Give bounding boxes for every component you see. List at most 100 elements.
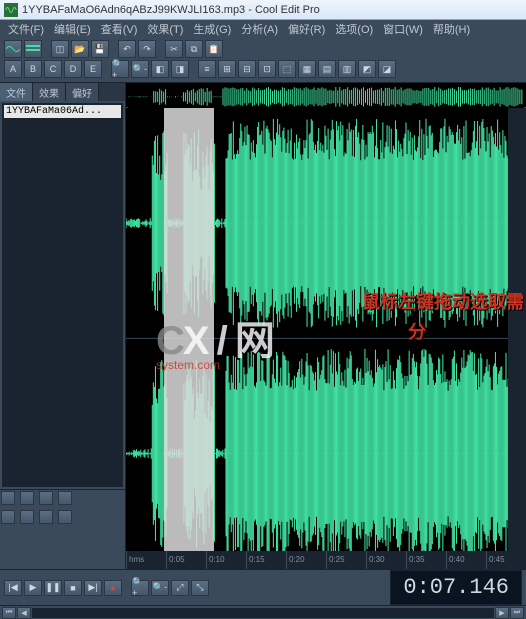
window-app: Cool Edit Pro <box>255 4 320 16</box>
tool-l-button[interactable]: ⬚ <box>278 60 296 78</box>
time-display: 0:07.146 <box>390 570 522 605</box>
tool-j-button[interactable]: ⊟ <box>238 60 256 78</box>
annotation-text-1: 鼠标左键拖动选取需 <box>362 288 524 314</box>
copy-button[interactable]: ⧉ <box>185 40 203 58</box>
ruler-7: 0:35 <box>406 551 446 569</box>
scroll-left[interactable]: ◀ <box>17 607 31 619</box>
zoom-full[interactable]: ⤢ <box>171 580 189 596</box>
ruler-6: 0:30 <box>366 551 406 569</box>
side-btn-4[interactable] <box>58 491 72 505</box>
menubar: 文件(F) 编辑(E) 查看(V) 效果(T) 生成(G) 分析(A) 偏好(R… <box>0 20 526 38</box>
tool-g-button[interactable]: ◨ <box>171 60 189 78</box>
window-filename: 1YYBAFaMaO6Adn6qABzJ99KWJLI163.mp3 <box>22 4 245 16</box>
menu-edit[interactable]: 编辑(E) <box>50 20 95 38</box>
ruler-0: hms <box>126 551 166 569</box>
annotation-text-2: 分 <box>408 318 426 344</box>
transport-pause[interactable]: ❚❚ <box>44 580 62 596</box>
side-btn-3[interactable] <box>39 491 53 505</box>
tool-n-button[interactable]: ▤ <box>318 60 336 78</box>
zoom-in-h[interactable]: 🔍+ <box>131 580 149 596</box>
mode-edit-button[interactable] <box>4 40 22 58</box>
overview-strip[interactable] <box>126 83 526 108</box>
zoom-in-button[interactable]: 🔍+ <box>111 60 129 78</box>
window-sep: - <box>245 4 255 16</box>
menu-analyze[interactable]: 分析(A) <box>237 20 282 38</box>
time-ruler[interactable]: hms 0:05 0:10 0:15 0:20 0:25 0:30 0:35 0… <box>126 551 526 569</box>
h-scrollbar[interactable]: ⏮ ◀ ▶ ⏭ <box>0 605 526 619</box>
tool-f-button[interactable]: ◧ <box>151 60 169 78</box>
tab-prefs[interactable]: 偏好 <box>66 83 99 101</box>
scroll-track[interactable] <box>32 608 494 618</box>
new-button[interactable]: ◫ <box>51 40 69 58</box>
sidebar-tabs: 文件 效果 偏好 <box>0 83 125 101</box>
undo-button[interactable]: ↶ <box>118 40 136 58</box>
side-btn-2[interactable] <box>20 491 34 505</box>
zoom-out-h[interactable]: 🔍- <box>151 580 169 596</box>
redo-button[interactable]: ↷ <box>138 40 156 58</box>
amplitude-scale <box>508 108 526 551</box>
menu-effect[interactable]: 效果(T) <box>143 20 187 38</box>
tool-e-button[interactable]: E <box>84 60 102 78</box>
menu-options[interactable]: 选项(O) <box>331 20 377 38</box>
ruler-3: 0:15 <box>246 551 286 569</box>
tracks-icon <box>26 44 40 54</box>
menu-generate[interactable]: 生成(G) <box>189 20 235 38</box>
transport-end[interactable]: ▶| <box>84 580 102 596</box>
mode-multi-button[interactable] <box>24 40 42 58</box>
scroll-right[interactable]: ▶ <box>495 607 509 619</box>
open-button[interactable]: 📂 <box>71 40 89 58</box>
side-btn-5[interactable] <box>1 510 15 524</box>
side-btn-6[interactable] <box>20 510 34 524</box>
sidebar: 文件 效果 偏好 1YYBAFaMa06Ad... <box>0 83 126 569</box>
tab-files[interactable]: 文件 <box>0 83 33 101</box>
transport-begin[interactable]: |◀ <box>4 580 22 596</box>
tool-o-button[interactable]: ▥ <box>338 60 356 78</box>
watermark-grey: C <box>156 319 183 363</box>
file-item[interactable]: 1YYBAFaMa06Ad... <box>4 105 121 118</box>
transport-play[interactable]: ▶ <box>24 580 42 596</box>
waveform-area[interactable]: 鼠标左键拖动选取需 分 CX / 网 system.com hms 0:05 0… <box>126 83 526 569</box>
watermark: CX / 网 system.com <box>156 308 273 372</box>
tool-p-button[interactable]: ◩ <box>358 60 376 78</box>
tool-b-button[interactable]: B <box>24 60 42 78</box>
ruler-9: 0:45 <box>486 551 526 569</box>
tool-i-button[interactable]: ⊞ <box>218 60 236 78</box>
transport-record[interactable]: ● <box>104 580 122 596</box>
side-btn-7[interactable] <box>39 510 53 524</box>
side-btn-8[interactable] <box>58 510 72 524</box>
menu-file[interactable]: 文件(F) <box>4 20 48 38</box>
transport-stop[interactable]: ■ <box>64 580 82 596</box>
scroll-ffw[interactable]: ⏭ <box>510 607 524 619</box>
zoom-sel[interactable]: ⤡ <box>191 580 209 596</box>
ruler-1: 0:05 <box>166 551 206 569</box>
tool-c-button[interactable]: C <box>44 60 62 78</box>
scroll-rew[interactable]: ⏮ <box>2 607 16 619</box>
menu-help[interactable]: 帮助(H) <box>429 20 474 38</box>
tab-effects[interactable]: 效果 <box>33 83 66 101</box>
tracks-panel[interactable]: 鼠标左键拖动选取需 分 CX / 网 system.com hms 0:05 0… <box>126 108 526 569</box>
menu-window[interactable]: 窗口(W) <box>379 20 427 38</box>
tool-k-button[interactable]: ⊡ <box>258 60 276 78</box>
main-area: 文件 效果 偏好 1YYBAFaMa06Ad... <box>0 83 526 569</box>
file-list: 1YYBAFaMa06Ad... <box>2 103 123 487</box>
tool-m-button[interactable]: ▦ <box>298 60 316 78</box>
wave-icon <box>6 44 20 54</box>
toolbars: ◫ 📂 💾 ↶ ↷ ✂ ⧉ 📋 A B C D E 🔍+ 🔍- ◧ ◨ ≡ ⊞ … <box>0 38 526 83</box>
ruler-2: 0:10 <box>206 551 246 569</box>
tool-h-button[interactable]: ≡ <box>198 60 216 78</box>
tool-d-button[interactable]: D <box>64 60 82 78</box>
titlebar: 1YYBAFaMaO6Adn6qABzJ99KWJLI163.mp3 - Coo… <box>0 0 526 20</box>
overview-wave-icon <box>128 85 524 109</box>
paste-button[interactable]: 📋 <box>205 40 223 58</box>
tool-q-button[interactable]: ◪ <box>378 60 396 78</box>
tool-a-button[interactable]: A <box>4 60 22 78</box>
transport-bar: |◀ ▶ ❚❚ ■ ▶| ● 🔍+ 🔍- ⤢ ⤡ 0:07.146 <box>0 569 526 605</box>
menu-view[interactable]: 查看(V) <box>97 20 142 38</box>
side-btn-1[interactable] <box>1 491 15 505</box>
menu-pref[interactable]: 偏好(R) <box>284 20 329 38</box>
watermark-white: X / 网 <box>183 319 273 363</box>
cut-button[interactable]: ✂ <box>165 40 183 58</box>
save-button[interactable]: 💾 <box>91 40 109 58</box>
zoom-out-button[interactable]: 🔍- <box>131 60 149 78</box>
app-icon <box>4 3 18 17</box>
